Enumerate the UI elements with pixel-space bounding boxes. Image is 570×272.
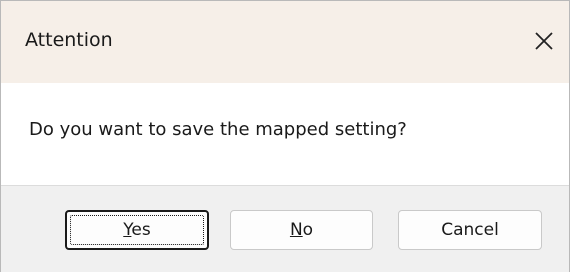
dialog-message: Do you want to save the mapped setting?: [29, 119, 407, 140]
close-button[interactable]: [529, 27, 557, 55]
dialog-title: Attention: [25, 29, 113, 51]
title-bar: Attention: [1, 1, 569, 83]
no-button[interactable]: No: [230, 210, 373, 250]
cancel-button[interactable]: Cancel: [398, 210, 542, 250]
no-button-label-rest: o: [302, 220, 314, 240]
attention-dialog: Attention Do you want to save the mapped…: [0, 0, 570, 272]
cancel-button-label: Cancel: [441, 220, 499, 240]
button-bar: Yes No Cancel: [1, 185, 569, 272]
close-icon: [535, 32, 553, 50]
dialog-content: Do you want to save the mapped setting?: [1, 83, 569, 185]
yes-button-label-rest: es: [131, 220, 151, 240]
yes-button[interactable]: Yes: [65, 210, 209, 250]
no-button-mnemonic: N: [289, 220, 303, 240]
